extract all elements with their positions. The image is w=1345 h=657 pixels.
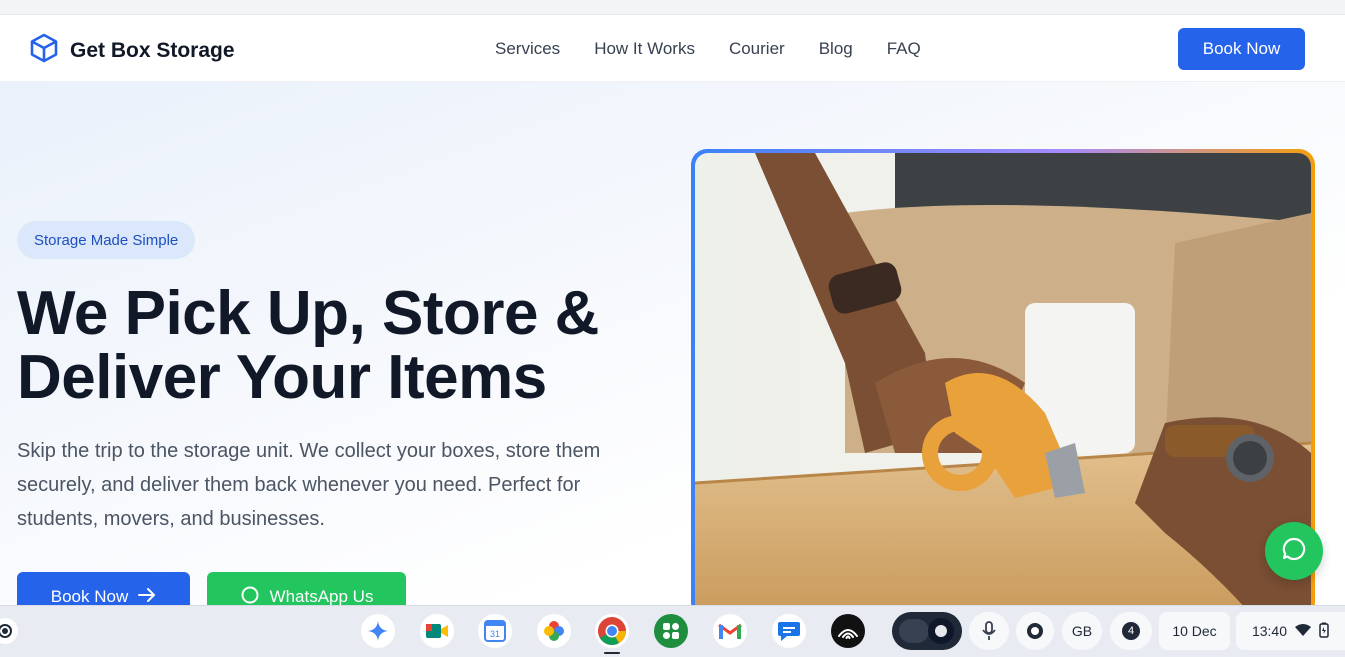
calendar-day: 31: [490, 629, 500, 639]
arrow-right-icon: [138, 587, 156, 607]
chrome-icon[interactable]: [595, 614, 629, 648]
chat-bubble-icon: [1281, 536, 1307, 567]
battery-icon: [1319, 622, 1329, 641]
nav-services[interactable]: Services: [495, 39, 560, 59]
notification-counter[interactable]: 4: [1110, 612, 1152, 650]
nav-courier[interactable]: Courier: [729, 39, 785, 59]
apps-icon[interactable]: [654, 614, 688, 648]
calendar-icon[interactable]: 31: [478, 614, 512, 648]
brand-name: Get Box Storage: [70, 38, 235, 62]
gemini-icon[interactable]: [361, 614, 395, 648]
nav-faq[interactable]: FAQ: [887, 39, 921, 59]
photos-icon[interactable]: [537, 614, 571, 648]
clock-time: 13:40: [1251, 623, 1288, 639]
hero-image: [691, 149, 1315, 619]
browser-top-strip: [0, 0, 1345, 15]
chat-button[interactable]: [1265, 522, 1323, 580]
whatsapp-us-label: WhatsApp Us: [269, 587, 374, 606]
hero-title: We Pick Up, Store & Deliver Your Items: [17, 282, 677, 410]
hero-title-line-2: Deliver Your Items: [17, 343, 547, 412]
chrome-running-indicator: [604, 652, 620, 654]
screen-capture-icon[interactable]: [1016, 612, 1054, 650]
nav-blog[interactable]: Blog: [819, 39, 853, 59]
hero-book-now-label: Book Now: [50, 587, 129, 606]
chromeos-shelf: 31 GB 4 10 Dec 13:40: [0, 605, 1345, 657]
cube-logo-icon: [28, 32, 60, 69]
messages-icon[interactable]: [772, 614, 806, 648]
microphone-icon[interactable]: [969, 612, 1009, 650]
brand-logo-link[interactable]: Get Box Storage: [28, 32, 235, 69]
holding-space-tray[interactable]: [892, 612, 962, 650]
nav-how-it-works[interactable]: How It Works: [594, 39, 695, 59]
header-book-now-button[interactable]: Book Now: [1178, 28, 1305, 70]
gmail-icon[interactable]: [713, 614, 747, 648]
audible-icon[interactable]: [831, 614, 865, 648]
notification-count-badge: 4: [1122, 622, 1140, 640]
hero-section: Storage Made Simple We Pick Up, Store & …: [0, 82, 1345, 622]
status-area[interactable]: 13:40: [1236, 612, 1345, 650]
tagline-badge: Storage Made Simple: [17, 221, 196, 259]
meet-icon[interactable]: [420, 614, 454, 648]
launcher-button[interactable]: [0, 618, 18, 644]
hero-title-line-1: We Pick Up, Store &: [17, 279, 599, 348]
wifi-icon: [1295, 623, 1312, 639]
keyboard-layout-indicator[interactable]: GB: [1062, 612, 1102, 650]
main-nav: Services How It Works Courier Blog FAQ: [495, 39, 955, 59]
site-header: Get Box Storage Services How It Works Co…: [0, 15, 1345, 82]
hero-subtitle: Skip the trip to the storage unit. We co…: [17, 440, 601, 530]
date-tray[interactable]: 10 Dec: [1159, 612, 1230, 650]
